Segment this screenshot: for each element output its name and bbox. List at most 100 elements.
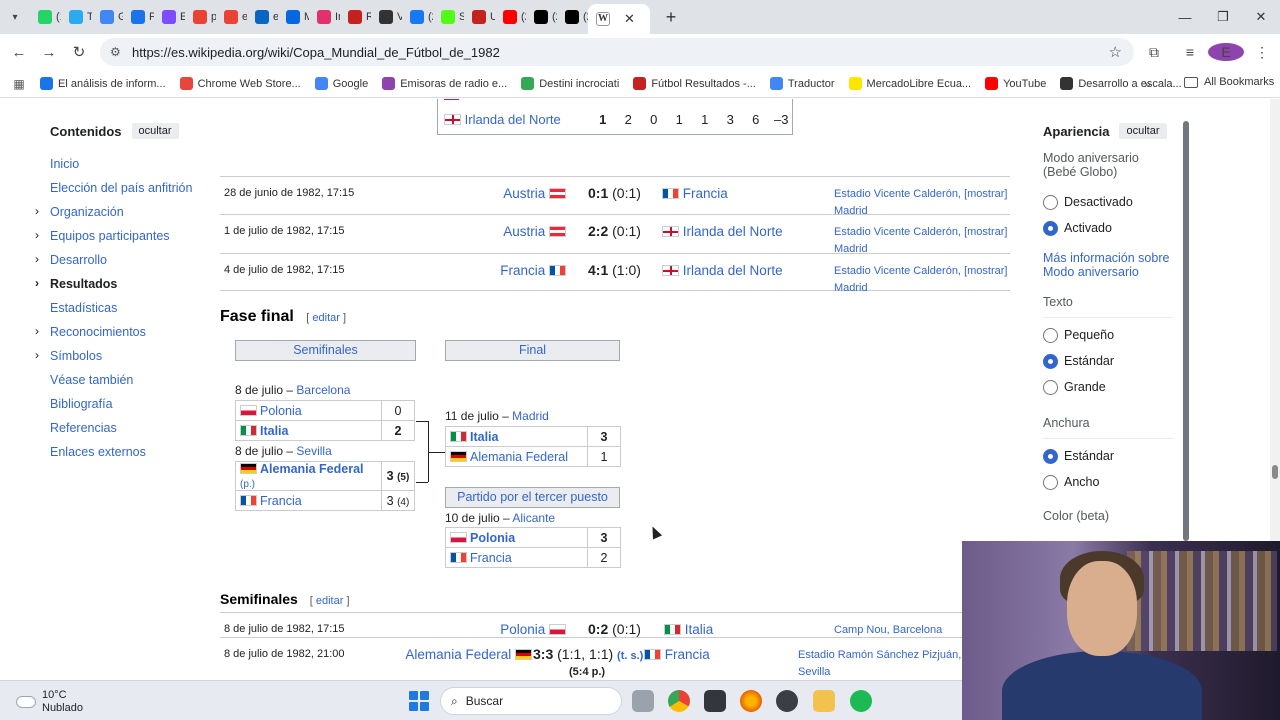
venue-link[interactable]: Camp Nou, Barcelona [834, 624, 942, 636]
bookmark-item[interactable]: Traductor [769, 77, 835, 90]
obs-icon[interactable] [776, 690, 798, 712]
tab-wikipedia-active[interactable]: W ✕ [588, 4, 650, 34]
reading-list-icon[interactable]: ≡ [1172, 44, 1208, 60]
address-bar[interactable]: ⚙ https://es.wikipedia.org/wiki/Copa_Mun… [100, 38, 1134, 66]
tab-search-icon[interactable]: ▾ [0, 12, 30, 23]
semi2-team1-note[interactable]: (p.) [240, 479, 255, 490]
match-away-link[interactable]: Francia [683, 186, 728, 201]
bracket-semifinals-header[interactable]: Semifinales [235, 340, 416, 361]
windows-start-icon[interactable] [409, 691, 429, 711]
close-window-icon[interactable]: ✕ [1242, 0, 1280, 34]
firefox-icon[interactable] [740, 690, 762, 712]
semi1-team2-link[interactable]: Italia [260, 424, 289, 438]
radio-activado[interactable]: Activado [1043, 215, 1173, 241]
toc-hide-button[interactable]: ocultar [131, 123, 179, 139]
venue-link[interactable]: Estadio Vicente Calderón, [834, 188, 961, 200]
taskbar-search[interactable]: ⌕ Buscar [440, 687, 622, 715]
toc-item[interactable]: Véase también [50, 373, 195, 397]
task-view-icon[interactable] [632, 690, 654, 712]
site-info-icon[interactable]: ⚙ [110, 45, 132, 59]
toc-item-label[interactable]: Estadísticas [50, 301, 117, 315]
radio-selected-icon[interactable] [1043, 448, 1058, 464]
venue-link[interactable]: Estadio Vicente Calderón, [834, 226, 961, 238]
app-icon[interactable] [704, 690, 726, 712]
chevron-right-icon[interactable]: › [35, 252, 39, 266]
toc-item[interactable]: Bibliografía [50, 397, 195, 421]
match-home-link[interactable]: Polonia [500, 622, 545, 637]
match-home-link[interactable]: Austria [503, 224, 545, 239]
anniversary-more-info-link[interactable]: Más información sobre Modo aniversario [1043, 251, 1169, 279]
third-team1-link[interactable]: Polonia [470, 531, 515, 545]
apps-icon[interactable]: ▦ [4, 77, 34, 91]
browser-tab[interactable]: Goo [92, 0, 123, 34]
browser-tab[interactable]: Stre [433, 0, 464, 34]
panel-scrollbar[interactable] [1183, 121, 1189, 541]
radio-pequeno[interactable]: Pequeño [1043, 322, 1173, 348]
toc-item-label[interactable]: Véase también [50, 373, 133, 387]
match-away-link[interactable]: Francia [665, 647, 710, 662]
spotify-icon[interactable] [850, 690, 872, 712]
venue-link[interactable]: Estadio Ramón Sánchez Pizjuán, [798, 649, 961, 661]
new-tab-button[interactable]: + [658, 7, 684, 28]
close-tab-icon[interactable]: ✕ [624, 11, 635, 27]
semi1-city-link[interactable]: Barcelona [296, 383, 350, 397]
toc-item[interactable]: Estadísticas [50, 301, 195, 325]
scroll-thumb[interactable] [1272, 465, 1278, 479]
bookmark-item[interactable]: El análisis de inform... [40, 77, 166, 90]
bookmark-item[interactable]: YouTube [985, 77, 1046, 90]
forward-icon[interactable]: → [34, 44, 64, 61]
browser-tab[interactable]: Proj [123, 0, 154, 34]
toc-item[interactable]: › Organización [35, 204, 195, 229]
semi2-team1-link[interactable]: Alemania Federal [260, 462, 364, 476]
restore-icon[interactable]: ❐ [1204, 0, 1242, 34]
show-details-link[interactable]: [mostrar] [964, 226, 1007, 238]
venue-city-link[interactable]: Madrid [834, 282, 868, 294]
bookmark-item[interactable]: Destini incrociati [521, 77, 619, 90]
radio-ancho[interactable]: Ancho [1043, 469, 1173, 495]
standings-team[interactable]: Irlanda del Norte [444, 112, 561, 127]
toc-item-label[interactable]: Elección del país anfitrión [50, 181, 192, 195]
toc-item-label[interactable]: Símbolos [50, 349, 102, 363]
more-bookmarks-icon[interactable]: » [1144, 77, 1151, 91]
chevron-right-icon[interactable]: › [35, 276, 39, 290]
toc-item-label[interactable]: Equipos participantes [50, 229, 170, 243]
match-away-link[interactable]: Irlanda del Norte [683, 263, 783, 278]
toc-item[interactable]: Elección del país anfitrión [50, 181, 195, 205]
toc-item-label[interactable]: Referencias [50, 421, 117, 435]
toc-item[interactable]: › Equipos participantes [35, 228, 195, 253]
all-bookmarks-button[interactable]: All Bookmarks [1184, 76, 1274, 88]
bookmark-item[interactable]: MercadoLibre Ecua... [848, 77, 971, 90]
bracket-final-header[interactable]: Final [445, 340, 620, 361]
radio-ancho-estandar[interactable]: Estándar [1043, 443, 1173, 469]
url-text[interactable]: https://es.wikipedia.org/wiki/Copa_Mundi… [132, 45, 500, 60]
chrome-icon[interactable] [668, 690, 690, 712]
browser-tab[interactable]: Inst [309, 0, 340, 34]
profile-avatar[interactable]: E [1208, 43, 1244, 61]
venue-city-link[interactable]: Sevilla [798, 666, 830, 678]
toc-item-label[interactable]: Inicio [50, 157, 79, 171]
browser-tab[interactable]: erro [216, 0, 247, 34]
browser-tab[interactable]: Rec [340, 0, 371, 34]
fase-final-edit-link[interactable]: editar [312, 312, 340, 324]
browser-tab[interactable]: (21) [557, 0, 588, 34]
toc-item-label[interactable]: Enlaces externos [50, 445, 146, 459]
toc-item-label[interactable]: Organización [50, 205, 124, 219]
final-city-link[interactable]: Madrid [512, 409, 549, 423]
third-team2-link[interactable]: Francia [470, 551, 512, 565]
radio-grande[interactable]: Grande [1043, 374, 1173, 400]
match-away-link[interactable]: Irlanda del Norte [683, 224, 783, 239]
show-details-link[interactable]: [mostrar] [964, 188, 1007, 200]
radio-selected-icon[interactable] [1043, 220, 1058, 236]
toc-item-label[interactable]: Resultados [50, 277, 117, 291]
radio-icon[interactable] [1043, 327, 1058, 343]
back-icon[interactable]: ← [4, 44, 34, 61]
chevron-right-icon[interactable]: › [35, 204, 39, 218]
toc-item[interactable]: › Resultados [35, 276, 195, 301]
toc-item[interactable]: › Reconocimientos [35, 324, 195, 349]
chevron-right-icon[interactable]: › [35, 348, 39, 362]
browser-tab[interactable]: (28 [495, 0, 526, 34]
bookmark-star-icon[interactable]: ☆ [1109, 43, 1122, 61]
semi1-team1-link[interactable]: Polonia [260, 404, 302, 418]
menu-icon[interactable]: ⋮ [1244, 44, 1280, 61]
radio-selected-icon[interactable] [1043, 353, 1058, 369]
